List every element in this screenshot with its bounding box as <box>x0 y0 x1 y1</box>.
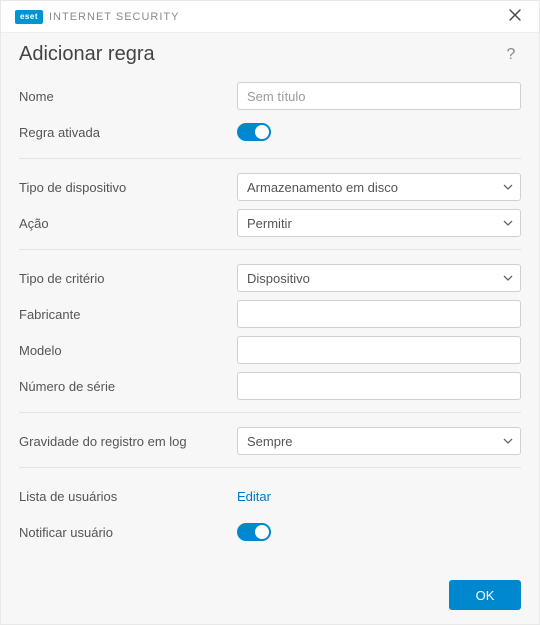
label-lista-usuarios: Lista de usuários <box>19 489 237 504</box>
modelo-input[interactable] <box>237 336 521 364</box>
footer: OK <box>449 580 521 610</box>
tipo-dispositivo-value[interactable] <box>237 173 521 201</box>
fabricante-input[interactable] <box>237 300 521 328</box>
brand-title: INTERNET SECURITY <box>49 11 179 23</box>
help-icon[interactable]: ? <box>501 46 521 64</box>
label-tipo-criterio: Tipo de critério <box>19 271 237 286</box>
content-area: Adicionar regra ? Nome Regra ativada Tip… <box>1 33 539 548</box>
acao-value[interactable] <box>237 209 521 237</box>
editar-link[interactable]: Editar <box>237 489 271 504</box>
tipo-criterio-select[interactable] <box>237 264 521 292</box>
divider <box>19 412 521 413</box>
label-gravidade-log: Gravidade do registro em log <box>19 434 237 449</box>
regra-ativada-toggle[interactable] <box>237 123 271 141</box>
eset-badge: eset <box>15 10 43 24</box>
titlebar: eset INTERNET SECURITY <box>1 1 539 33</box>
close-button[interactable] <box>501 3 529 31</box>
divider <box>19 249 521 250</box>
label-tipo-dispositivo: Tipo de dispositivo <box>19 180 237 195</box>
numero-serie-input[interactable] <box>237 372 521 400</box>
close-icon <box>509 9 521 24</box>
label-acao: Ação <box>19 216 237 231</box>
label-nome: Nome <box>19 89 237 104</box>
divider <box>19 467 521 468</box>
tipo-dispositivo-select[interactable] <box>237 173 521 201</box>
tipo-criterio-value[interactable] <box>237 264 521 292</box>
page-title: Adicionar regra <box>19 43 155 66</box>
notificar-usuario-toggle[interactable] <box>237 523 271 541</box>
nome-input[interactable] <box>237 82 521 110</box>
acao-select[interactable] <box>237 209 521 237</box>
label-numero-serie: Número de série <box>19 379 237 394</box>
label-regra-ativada: Regra ativada <box>19 125 237 140</box>
gravidade-log-select[interactable] <box>237 427 521 455</box>
label-notificar-usuario: Notificar usuário <box>19 525 237 540</box>
divider <box>19 158 521 159</box>
ok-button[interactable]: OK <box>449 580 521 610</box>
brand-logo: eset INTERNET SECURITY <box>15 10 179 24</box>
gravidade-log-value[interactable] <box>237 427 521 455</box>
label-fabricante: Fabricante <box>19 307 237 322</box>
label-modelo: Modelo <box>19 343 237 358</box>
